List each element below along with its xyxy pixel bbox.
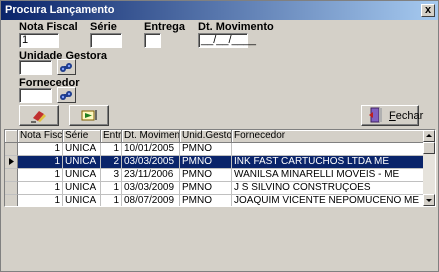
scroll-down-button[interactable] (423, 194, 435, 206)
cell-fornecedor[interactable]: J S SILVINO CONSTRUÇOES (232, 182, 425, 195)
cell-entrega[interactable]: 3 (101, 169, 122, 182)
clear-filters-button[interactable] (19, 105, 59, 126)
row-indicator-header (5, 130, 18, 143)
cell-serie[interactable]: UNICA (63, 156, 101, 169)
dt-movimento-label: Dt. Movimento (198, 21, 274, 33)
fechar-button[interactable]: Fechar (361, 105, 423, 126)
vertical-scrollbar[interactable] (423, 130, 435, 206)
cell-entrega[interactable]: 1 (101, 182, 122, 195)
column-header-unid-gestora[interactable]: Unid.Gestora (180, 130, 232, 143)
cell-dt-movimento[interactable]: 03/03/2005 (122, 156, 180, 169)
nota-fiscal-input[interactable]: 1 (19, 33, 59, 48)
cell-fornecedor[interactable]: JOAQUIM VICENTE NEPOMUCENO ME (232, 195, 425, 206)
cell-dt-movimento[interactable]: 03/03/2009 (122, 182, 180, 195)
title-bar[interactable]: Procura Lançamento x (1, 1, 438, 20)
cell-fornecedor[interactable]: INK FAST CARTUCHOS LTDA ME (232, 156, 425, 169)
row-indicator (5, 143, 18, 156)
binoculars-icon (60, 63, 72, 72)
cell-serie[interactable]: UNICA (63, 195, 101, 206)
cell-unid-gestora[interactable]: PMNO (180, 156, 232, 169)
fornecedor-input[interactable] (19, 88, 52, 103)
cell-fornecedor[interactable]: WANILSA MINARELLI MOVEIS - ME (232, 169, 425, 182)
column-header-nota-fiscal[interactable]: Nota Fiscal (18, 130, 63, 143)
cell-serie[interactable]: UNICA (63, 182, 101, 195)
cell-entrega[interactable]: 1 (101, 143, 122, 156)
serie-label: Série (90, 21, 117, 33)
column-header-fornecedor[interactable]: Fornecedor (232, 130, 425, 143)
arrow-down-icon (426, 199, 432, 202)
column-header-entrega[interactable]: Entr. (101, 130, 122, 143)
row-indicator (5, 156, 18, 169)
cell-fornecedor[interactable] (232, 143, 425, 156)
cell-unid-gestora[interactable]: PMNO (180, 195, 232, 206)
cell-unid-gestora[interactable]: PMNO (180, 182, 232, 195)
grid-header: Nota Fiscal Série Entr. Dt. Movimento Un… (5, 130, 425, 143)
cell-nota-fiscal[interactable]: 1 (18, 169, 63, 182)
binoculars-icon (60, 91, 72, 100)
cell-dt-movimento[interactable]: 23/11/2006 (122, 169, 180, 182)
nota-fiscal-label: Nota Fiscal (19, 21, 78, 33)
eraser-icon (31, 111, 46, 123)
results-grid[interactable]: Nota Fiscal Série Entr. Dt. Movimento Un… (4, 129, 436, 207)
fechar-accelerator: F (389, 110, 396, 122)
scroll-up-button[interactable] (423, 130, 435, 142)
cell-nota-fiscal[interactable]: 1 (18, 182, 63, 195)
column-header-dt-movimento[interactable]: Dt. Movimento (122, 130, 180, 143)
row-indicator (5, 169, 18, 182)
cell-nota-fiscal[interactable]: 1 (18, 156, 63, 169)
entrega-input[interactable] (144, 33, 161, 48)
cell-dt-movimento[interactable]: 10/01/2005 (122, 143, 180, 156)
table-row[interactable]: 1 UNICA 3 23/11/2006 PMNO WANILSA MINARE… (5, 169, 425, 182)
close-window-button[interactable]: x (421, 4, 435, 17)
search-button[interactable] (69, 105, 109, 126)
current-row-arrow-icon (9, 158, 14, 165)
entrega-label: Entrega (144, 21, 185, 33)
row-indicator (5, 182, 18, 195)
cell-entrega[interactable]: 2 (101, 156, 122, 169)
cell-nota-fiscal[interactable]: 1 (18, 195, 63, 206)
cell-serie[interactable]: UNICA (63, 143, 101, 156)
cell-unid-gestora[interactable]: PMNO (180, 143, 232, 156)
unidade-gestora-lookup-button[interactable] (57, 59, 76, 75)
dt-movimento-input[interactable]: __/__/____ (198, 33, 256, 48)
fornecedor-lookup-button[interactable] (57, 87, 76, 103)
unidade-gestora-input[interactable] (19, 60, 52, 75)
table-row[interactable]: 1 UNICA 1 10/01/2005 PMNO (5, 143, 425, 156)
door-exit-icon (369, 107, 382, 123)
search-arrow-icon (81, 110, 97, 121)
scroll-thumb[interactable] (423, 142, 435, 154)
column-header-serie[interactable]: Série (63, 130, 101, 143)
fechar-label: Fechar (389, 110, 424, 122)
table-row-selected[interactable]: 1 UNICA 2 03/03/2005 PMNO INK FAST CARTU… (5, 156, 425, 169)
serie-input[interactable] (90, 33, 122, 48)
window-title: Procura Lançamento (5, 4, 115, 16)
row-indicator (5, 195, 18, 206)
cell-dt-movimento[interactable]: 08/07/2009 (122, 195, 180, 206)
table-row[interactable]: 1 UNICA 1 03/03/2009 PMNO J S SILVINO CO… (5, 182, 425, 195)
cell-serie[interactable]: UNICA (63, 169, 101, 182)
cell-unid-gestora[interactable]: PMNO (180, 169, 232, 182)
cell-nota-fiscal[interactable]: 1 (18, 143, 63, 156)
table-row[interactable]: 1 UNICA 1 08/07/2009 PMNO JOAQUIM VICENT… (5, 195, 425, 206)
arrow-up-icon (426, 134, 432, 137)
search-dialog: Procura Lançamento x Nota Fiscal 1 Série… (0, 0, 439, 272)
cell-entrega[interactable]: 1 (101, 195, 122, 206)
